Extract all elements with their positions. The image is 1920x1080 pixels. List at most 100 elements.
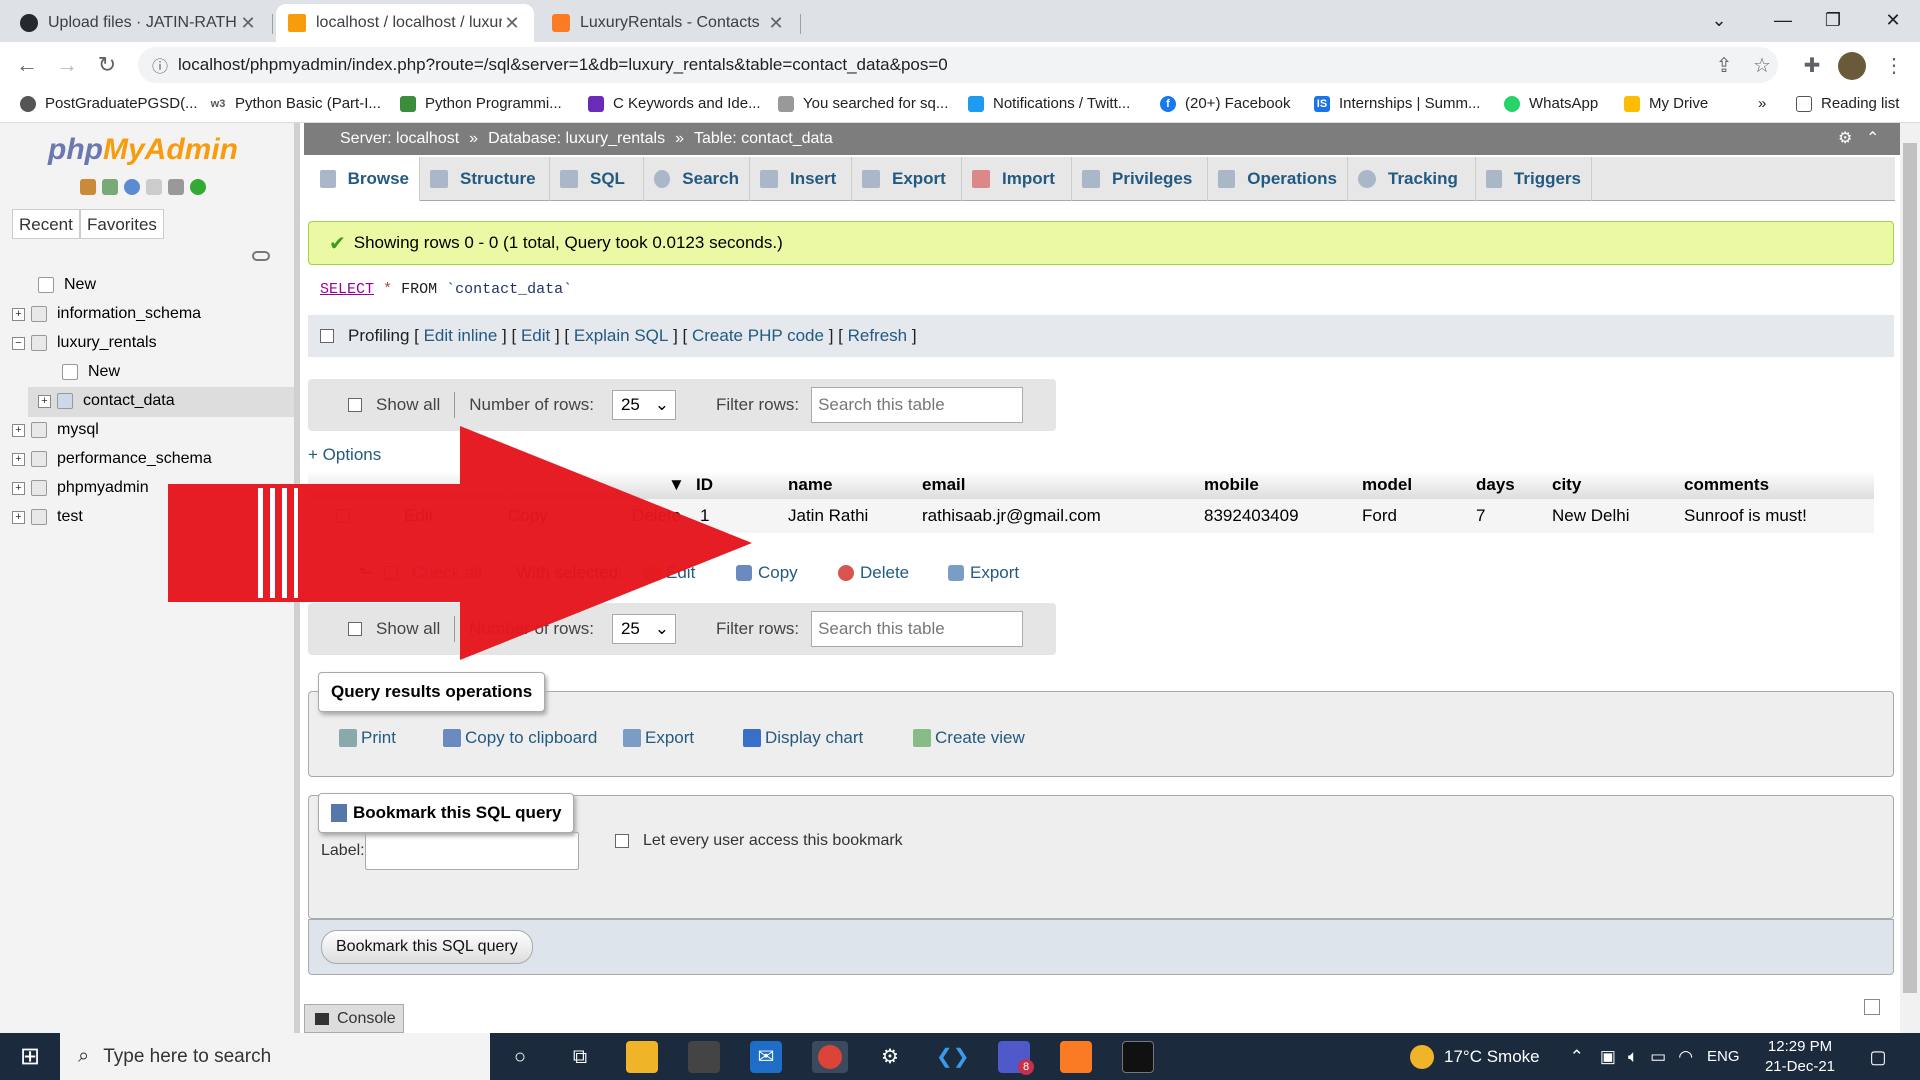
file-explorer-icon[interactable] (626, 1041, 658, 1073)
tab-sql[interactable]: SQL (550, 157, 644, 201)
tab-operations[interactable]: Operations (1208, 157, 1348, 201)
copy-to-clipboard-button[interactable]: Copy to clipboard (443, 728, 597, 748)
favorites-button[interactable]: Favorites (80, 209, 164, 239)
edit-link[interactable]: Edit (521, 326, 550, 346)
browser-tab-luxuryrentals[interactable]: LuxuryRentals - Contacts ✕ (540, 4, 798, 42)
expand-icon[interactable]: + (12, 423, 25, 437)
tab-import[interactable]: Import (962, 157, 1072, 201)
rows-select[interactable]: 25 ⌄ (611, 614, 676, 644)
tab-triggers[interactable]: Triggers (1476, 157, 1592, 201)
cell-days[interactable]: 7 (1476, 506, 1485, 526)
bookmark-item[interactable]: IS Internships | Summ... (1314, 95, 1480, 112)
battery-icon[interactable]: ▭ (1650, 1047, 1666, 1067)
forward-icon[interactable]: → (50, 48, 84, 82)
close-icon[interactable]: ✕ (766, 13, 786, 34)
share-icon[interactable]: ⇪ (1710, 52, 1738, 80)
bulk-edit-button[interactable]: Edit (644, 563, 695, 583)
tab-structure[interactable]: Structure (420, 157, 550, 201)
col-header-name[interactable]: name (788, 475, 832, 495)
settings-gear-icon[interactable] (168, 179, 184, 195)
sql-keyword-select[interactable]: SELECT (320, 281, 374, 298)
task-view-icon[interactable]: ⧉ (564, 1041, 596, 1073)
bookmark-item[interactable]: Python Programmi... (400, 95, 562, 112)
close-icon[interactable]: ✕ (238, 13, 258, 34)
check-all-checkbox[interactable] (384, 566, 398, 580)
mail-icon[interactable]: ✉ (750, 1041, 782, 1073)
row-delete-button[interactable]: Delete (632, 506, 681, 526)
col-header-mobile[interactable]: mobile (1204, 475, 1259, 495)
page-settings-icon[interactable] (1864, 999, 1880, 1015)
tab-search[interactable]: Search (644, 157, 750, 201)
tree-item-lr-new[interactable]: New (62, 363, 120, 381)
reload-nav-icon[interactable] (190, 179, 206, 195)
bookmark-item[interactable]: C Keywords and Ide... (588, 95, 761, 112)
collapse-top-icon[interactable]: ⌃ (1866, 123, 1879, 155)
cell-model[interactable]: Ford (1362, 506, 1397, 526)
vscode-icon[interactable]: ❮❯ (936, 1041, 970, 1073)
tree-item-performance-schema[interactable]: + performance_schema (12, 450, 212, 468)
expand-icon[interactable]: + (12, 307, 25, 321)
col-header-id[interactable]: ID (696, 475, 713, 495)
tab-privileges[interactable]: Privileges (1072, 157, 1208, 201)
cell-email[interactable]: rathisaab.jr@gmail.com (922, 506, 1101, 526)
col-header-comments[interactable]: comments (1684, 475, 1769, 495)
cell-comments[interactable]: Sunroof is must! (1684, 506, 1807, 526)
collapse-icon[interactable]: − (12, 336, 25, 350)
settings-gear-icon[interactable]: ⚙ (1838, 123, 1852, 155)
nav-resize-handle[interactable] (294, 123, 300, 1033)
menu-kebab-icon[interactable]: ⋮ (1880, 52, 1908, 80)
bookmark-item[interactable]: You searched for sq... (778, 95, 948, 112)
breadcrumb-server[interactable]: Server: localhost (340, 130, 459, 147)
minimize-icon[interactable]: — (1760, 0, 1806, 40)
bookmark-item[interactable]: PostGraduatePGSD(... (20, 95, 198, 112)
close-icon[interactable]: ✕ (502, 13, 522, 34)
show-all-checkbox[interactable] (348, 622, 362, 636)
close-window-icon[interactable]: ✕ (1870, 0, 1916, 40)
let-every-user-checkbox[interactable] (615, 834, 629, 848)
options-link[interactable]: + Options (308, 445, 381, 465)
tree-item-information-schema[interactable]: + information_schema (12, 305, 201, 323)
browser-tab-phpmyadmin[interactable]: localhost / localhost / luxur ✕ (276, 4, 534, 42)
cortana-icon[interactable]: ○ (504, 1041, 536, 1073)
scrollbar-thumb[interactable] (1903, 143, 1917, 993)
tree-item-test[interactable]: + test (12, 508, 83, 526)
show-all-checkbox[interactable] (348, 398, 362, 412)
weather-text[interactable]: 17°C Smoke (1444, 1047, 1540, 1067)
help-icon[interactable] (124, 179, 140, 195)
tab-tracking[interactable]: Tracking (1348, 157, 1476, 201)
notifications-icon[interactable]: ▢ (1862, 1041, 1894, 1073)
create-php-link[interactable]: Create PHP code (692, 326, 824, 346)
terminal-icon[interactable] (1122, 1041, 1154, 1073)
logout-icon[interactable] (102, 179, 118, 195)
back-icon[interactable]: ← (10, 48, 44, 82)
tab-browse[interactable]: Browse (310, 157, 420, 201)
cell-mobile[interactable]: 8392403409 (1204, 506, 1299, 526)
extensions-icon[interactable]: ✚ (1798, 52, 1826, 80)
profile-avatar[interactable] (1838, 52, 1866, 80)
bookmark-item[interactable]: WhatsApp (1504, 95, 1598, 112)
edit-inline-link[interactable]: Edit inline (424, 326, 498, 346)
reading-list-button[interactable]: Reading list (1796, 95, 1899, 112)
col-header-city[interactable]: city (1552, 475, 1581, 495)
expand-icon[interactable]: + (12, 510, 25, 524)
export-button[interactable]: Export (623, 728, 694, 748)
create-view-button[interactable]: Create view (913, 728, 1025, 748)
filter-input[interactable]: Search this table (811, 387, 1024, 423)
microsoft-store-icon[interactable] (688, 1041, 720, 1073)
col-header-model[interactable]: model (1362, 475, 1412, 495)
row-copy-button[interactable]: Copy (508, 506, 548, 526)
display-chart-button[interactable]: Display chart (743, 728, 863, 748)
reload-icon[interactable]: ↻ (90, 48, 124, 82)
bookmark-submit-button[interactable]: Bookmark this SQL query (321, 930, 533, 964)
recent-button[interactable]: Recent (12, 209, 80, 239)
rows-select[interactable]: 25 ⌄ (611, 390, 676, 420)
col-header-email[interactable]: email (922, 475, 965, 495)
expand-icon[interactable]: + (38, 394, 51, 408)
cell-city[interactable]: New Delhi (1552, 506, 1629, 526)
home-icon[interactable] (80, 179, 96, 195)
bulk-export-button[interactable]: Export (948, 563, 1019, 583)
maximize-icon[interactable]: ❐ (1810, 0, 1856, 40)
chrome-icon[interactable] (812, 1041, 848, 1073)
tree-item-phpmyadmin[interactable]: + phpmyadmin (12, 479, 149, 497)
explain-sql-link[interactable]: Explain SQL (574, 326, 669, 346)
